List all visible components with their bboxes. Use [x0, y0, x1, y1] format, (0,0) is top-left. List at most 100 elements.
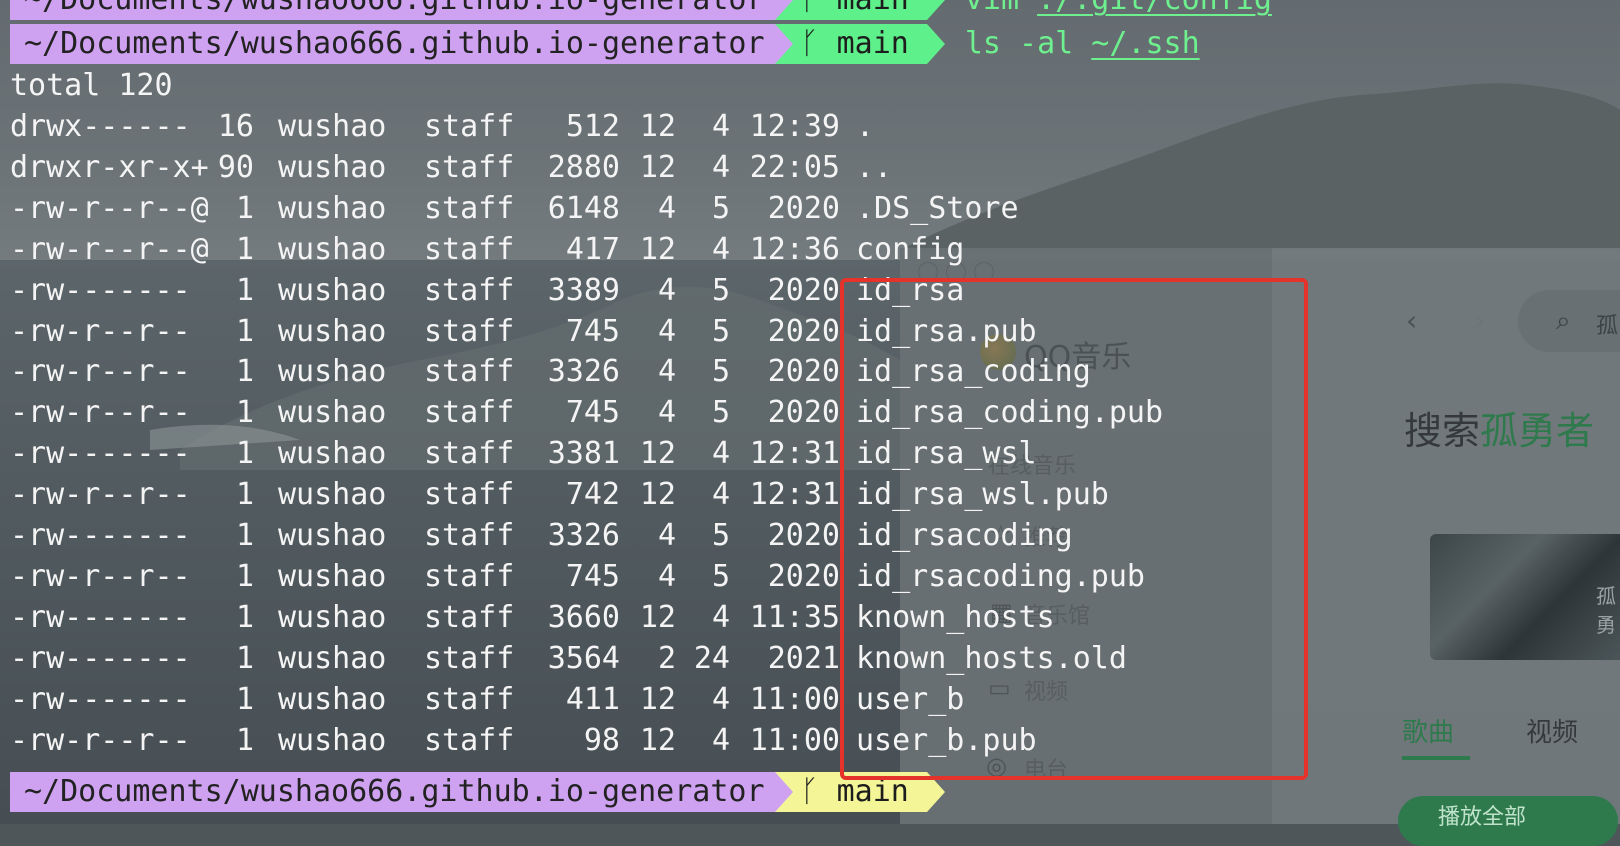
- listing-day: 5: [711, 518, 730, 553]
- listing-group: staff: [424, 272, 515, 308]
- listing-size: 6148: [547, 190, 620, 226]
- listing-owner: wushao: [278, 681, 387, 717]
- listing-links: 1: [235, 231, 254, 267]
- listing-month: 4: [657, 313, 676, 349]
- listing-day: 5: [711, 354, 730, 390]
- listing-perms: -rw-------: [10, 599, 209, 635]
- listing-day: 5: [711, 272, 730, 308]
- listing-month: 12: [639, 436, 676, 472]
- listing-group: staff: [424, 231, 515, 267]
- listing-month: 4: [657, 395, 676, 431]
- prompt-path: ~/Documents/wushao666.github.io-generato…: [10, 0, 775, 20]
- listing-perms: -rw-------: [10, 640, 209, 676]
- total-line: total 120: [10, 68, 173, 103]
- listing-size: 3326: [547, 518, 620, 553]
- listing-perms: drwxr-xr-x+: [10, 149, 209, 185]
- listing-day: 5: [711, 190, 730, 226]
- prompt-branch: main: [836, 26, 909, 61]
- listing-month: 4: [657, 354, 676, 390]
- listing-time: 2020: [767, 272, 840, 308]
- listing-group: staff: [424, 477, 515, 513]
- listing-group: staff: [424, 722, 515, 758]
- listing-day: 4: [711, 477, 730, 513]
- previous-command: vim ./.git/config: [965, 0, 1272, 20]
- listing-month: 12: [639, 599, 676, 635]
- listing-month: 2: [657, 640, 676, 676]
- listing-time: 12:31: [749, 477, 840, 513]
- listing-size: 745: [565, 558, 620, 594]
- listing-owner: wushao: [278, 599, 387, 635]
- listing-time: 2020: [767, 518, 840, 553]
- current-command: ls -al ~/.ssh: [964, 26, 1200, 61]
- listing-group: staff: [424, 436, 515, 472]
- listing-time: 12:39: [749, 109, 840, 144]
- listing-links: 1: [235, 354, 254, 390]
- listing-owner: wushao: [278, 436, 387, 472]
- listing-links: 1: [235, 395, 254, 431]
- listing-links: 90: [217, 149, 254, 185]
- listing-time: 2020: [767, 313, 840, 349]
- listing-size: 745: [565, 313, 620, 349]
- git-branch-icon: ᚴ: [801, 0, 819, 17]
- prompt-branch: main: [837, 0, 909, 17]
- listing-perms: drwx------: [10, 109, 209, 144]
- listing-links: 1: [235, 722, 254, 758]
- prompt-path: ~/Documents/wushao666.github.io-generato…: [10, 772, 775, 812]
- listing-group: staff: [424, 354, 515, 390]
- listing-perms: -rw-r--r--: [10, 354, 209, 390]
- listing-group: staff: [424, 395, 515, 431]
- listing-day: 4: [711, 149, 730, 185]
- listing-time: 22:05: [749, 149, 840, 185]
- listing-row: -rw-r--r--@ 1 wushao staff 417 12 4 12:36 config: [0, 230, 1300, 270]
- listing-size: 3326: [547, 354, 620, 390]
- listing-perms: -rw-r--r--: [10, 313, 209, 349]
- listing-perms: -rw-r--r--@: [10, 190, 209, 226]
- listing-day: 4: [711, 722, 730, 758]
- listing-size: 3564: [547, 640, 620, 676]
- listing-size: 742: [565, 477, 620, 513]
- listing-perms: -rw-------: [10, 681, 209, 717]
- listing-size: 3381: [547, 436, 620, 472]
- listing-owner: wushao: [278, 395, 387, 431]
- listing-owner: wushao: [278, 722, 387, 758]
- listing-perms: -rw-r--r--: [10, 722, 209, 758]
- listing-time: 11:00: [749, 681, 840, 717]
- git-branch-icon: ᚴ: [800, 774, 819, 809]
- listing-owner: wushao: [278, 313, 387, 349]
- listing-size: 2880: [547, 149, 620, 185]
- listing-month: 12: [639, 231, 676, 267]
- listing-time: 12:31: [749, 436, 840, 472]
- prompt-branch-segment: ᚴ main: [774, 24, 945, 64]
- listing-group: staff: [424, 190, 515, 226]
- listing-name: ..: [856, 149, 893, 185]
- listing-day: 4: [711, 109, 730, 144]
- listing-links: 1: [235, 477, 254, 513]
- listing-size: 745: [565, 395, 620, 431]
- listing-month: 12: [639, 722, 676, 758]
- listing-perms: -rw-------: [10, 272, 209, 308]
- listing-day: 4: [711, 681, 730, 717]
- listing-month: 4: [657, 190, 676, 226]
- listing-links: 1: [235, 436, 254, 472]
- listing-month: 4: [657, 558, 676, 594]
- listing-links: 1: [235, 558, 254, 594]
- listing-month: 12: [639, 477, 676, 513]
- terminal[interactable]: ~/Documents/wushao666.github.io-generato…: [0, 0, 1620, 824]
- listing-links: 1: [235, 640, 254, 676]
- listing-time: 2020: [767, 558, 840, 594]
- listing-perms: -rw-------: [10, 518, 209, 553]
- listing-owner: wushao: [278, 272, 387, 308]
- listing-group: staff: [424, 558, 515, 594]
- prompt-line-previous: ~/Documents/wushao666.github.io-generato…: [10, 0, 1272, 20]
- listing-perms: -rw-r--r--@: [10, 231, 209, 267]
- listing-group: staff: [424, 149, 515, 185]
- listing-owner: wushao: [278, 518, 387, 553]
- listing-links: 1: [235, 599, 254, 635]
- prompt-branch-segment: ᚴ main: [774, 0, 945, 20]
- listing-time: 2020: [767, 395, 840, 431]
- listing-size: 411: [565, 681, 620, 717]
- listing-month: 12: [639, 681, 676, 717]
- listing-perms: -rw-r--r--: [10, 395, 209, 431]
- listing-size: 3389: [547, 272, 620, 308]
- listing-name: config: [856, 231, 965, 267]
